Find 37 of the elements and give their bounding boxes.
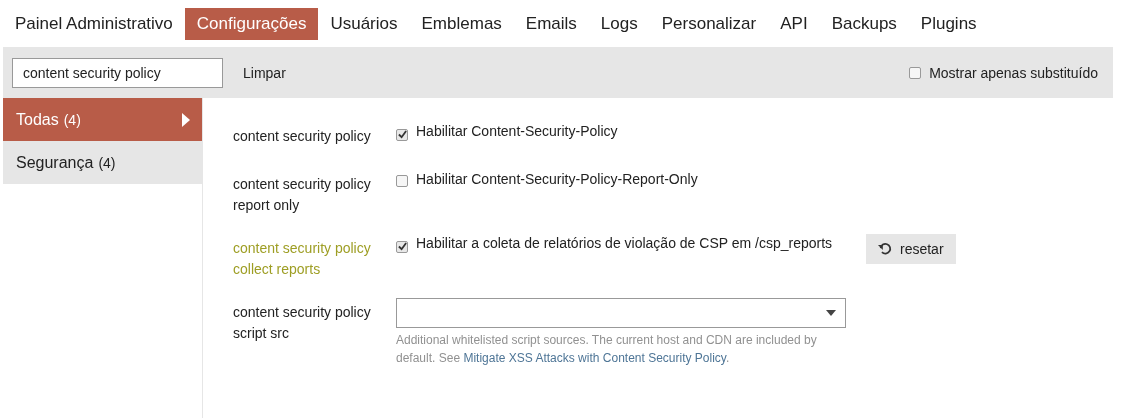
dropdown-caret-icon: [826, 310, 836, 316]
checkbox[interactable]: [396, 128, 408, 141]
setting-description: Habilitar Content-Security-Policy: [416, 122, 618, 140]
help-text: Additional whitelisted script sources. The current host and CDN are included by default. See Mitigate XSS Attacks with Content Security Policy.: [396, 332, 818, 367]
category-count: (4): [98, 154, 116, 171]
checkbox[interactable]: [396, 175, 408, 187]
reset-button[interactable]: resetar: [866, 234, 956, 264]
category-label: Segurança: [16, 153, 94, 172]
nav-tab[interactable]: Emblemas: [409, 7, 514, 40]
setting-name: content security policy script src: [233, 303, 372, 343]
checkbox[interactable]: [909, 66, 922, 79]
category-label: Todas: [16, 110, 59, 129]
setting-name: content security policy: [233, 127, 372, 146]
setting-name: content security policy report only: [233, 175, 372, 215]
setting-description: Habilitar Content-Security-Policy-Report-Only: [416, 170, 698, 188]
arrow-right-icon: [182, 112, 190, 127]
setting-name: content security policy collect reports: [233, 239, 372, 279]
nav-tab[interactable]: API: [768, 7, 820, 40]
nav-tab[interactable]: Plugins: [908, 7, 989, 40]
filter-input[interactable]: content security policy: [12, 57, 223, 88]
clear-button[interactable]: Limpar: [239, 60, 290, 85]
nav-tab[interactable]: Usuários: [318, 7, 410, 40]
checkbox-label: Mostrar apenas substituído: [929, 64, 1098, 81]
setting-description: Habilitar a coleta de relatórios de violação de CSP em /csp_reports: [416, 234, 833, 252]
category-count: (4): [63, 111, 81, 128]
nav-tab[interactable]: Painel Administrativo: [3, 7, 185, 40]
category-item[interactable]: Segurança (4): [3, 141, 202, 184]
nav-tab[interactable]: Backups: [819, 7, 909, 40]
checkbox[interactable]: [396, 240, 408, 253]
help-link[interactable]: Mitigate XSS Attacks with Content Security Policy: [463, 351, 726, 365]
nav-tab[interactable]: Configurações: [184, 7, 319, 40]
nav-tab[interactable]: Logs: [588, 7, 650, 40]
category-item[interactable]: Todas (4): [3, 98, 202, 141]
nav-tab[interactable]: Personalizar: [649, 7, 769, 40]
nav-tab[interactable]: Emails: [513, 7, 589, 40]
undo-icon: [878, 242, 892, 256]
select-field[interactable]: [396, 298, 846, 328]
